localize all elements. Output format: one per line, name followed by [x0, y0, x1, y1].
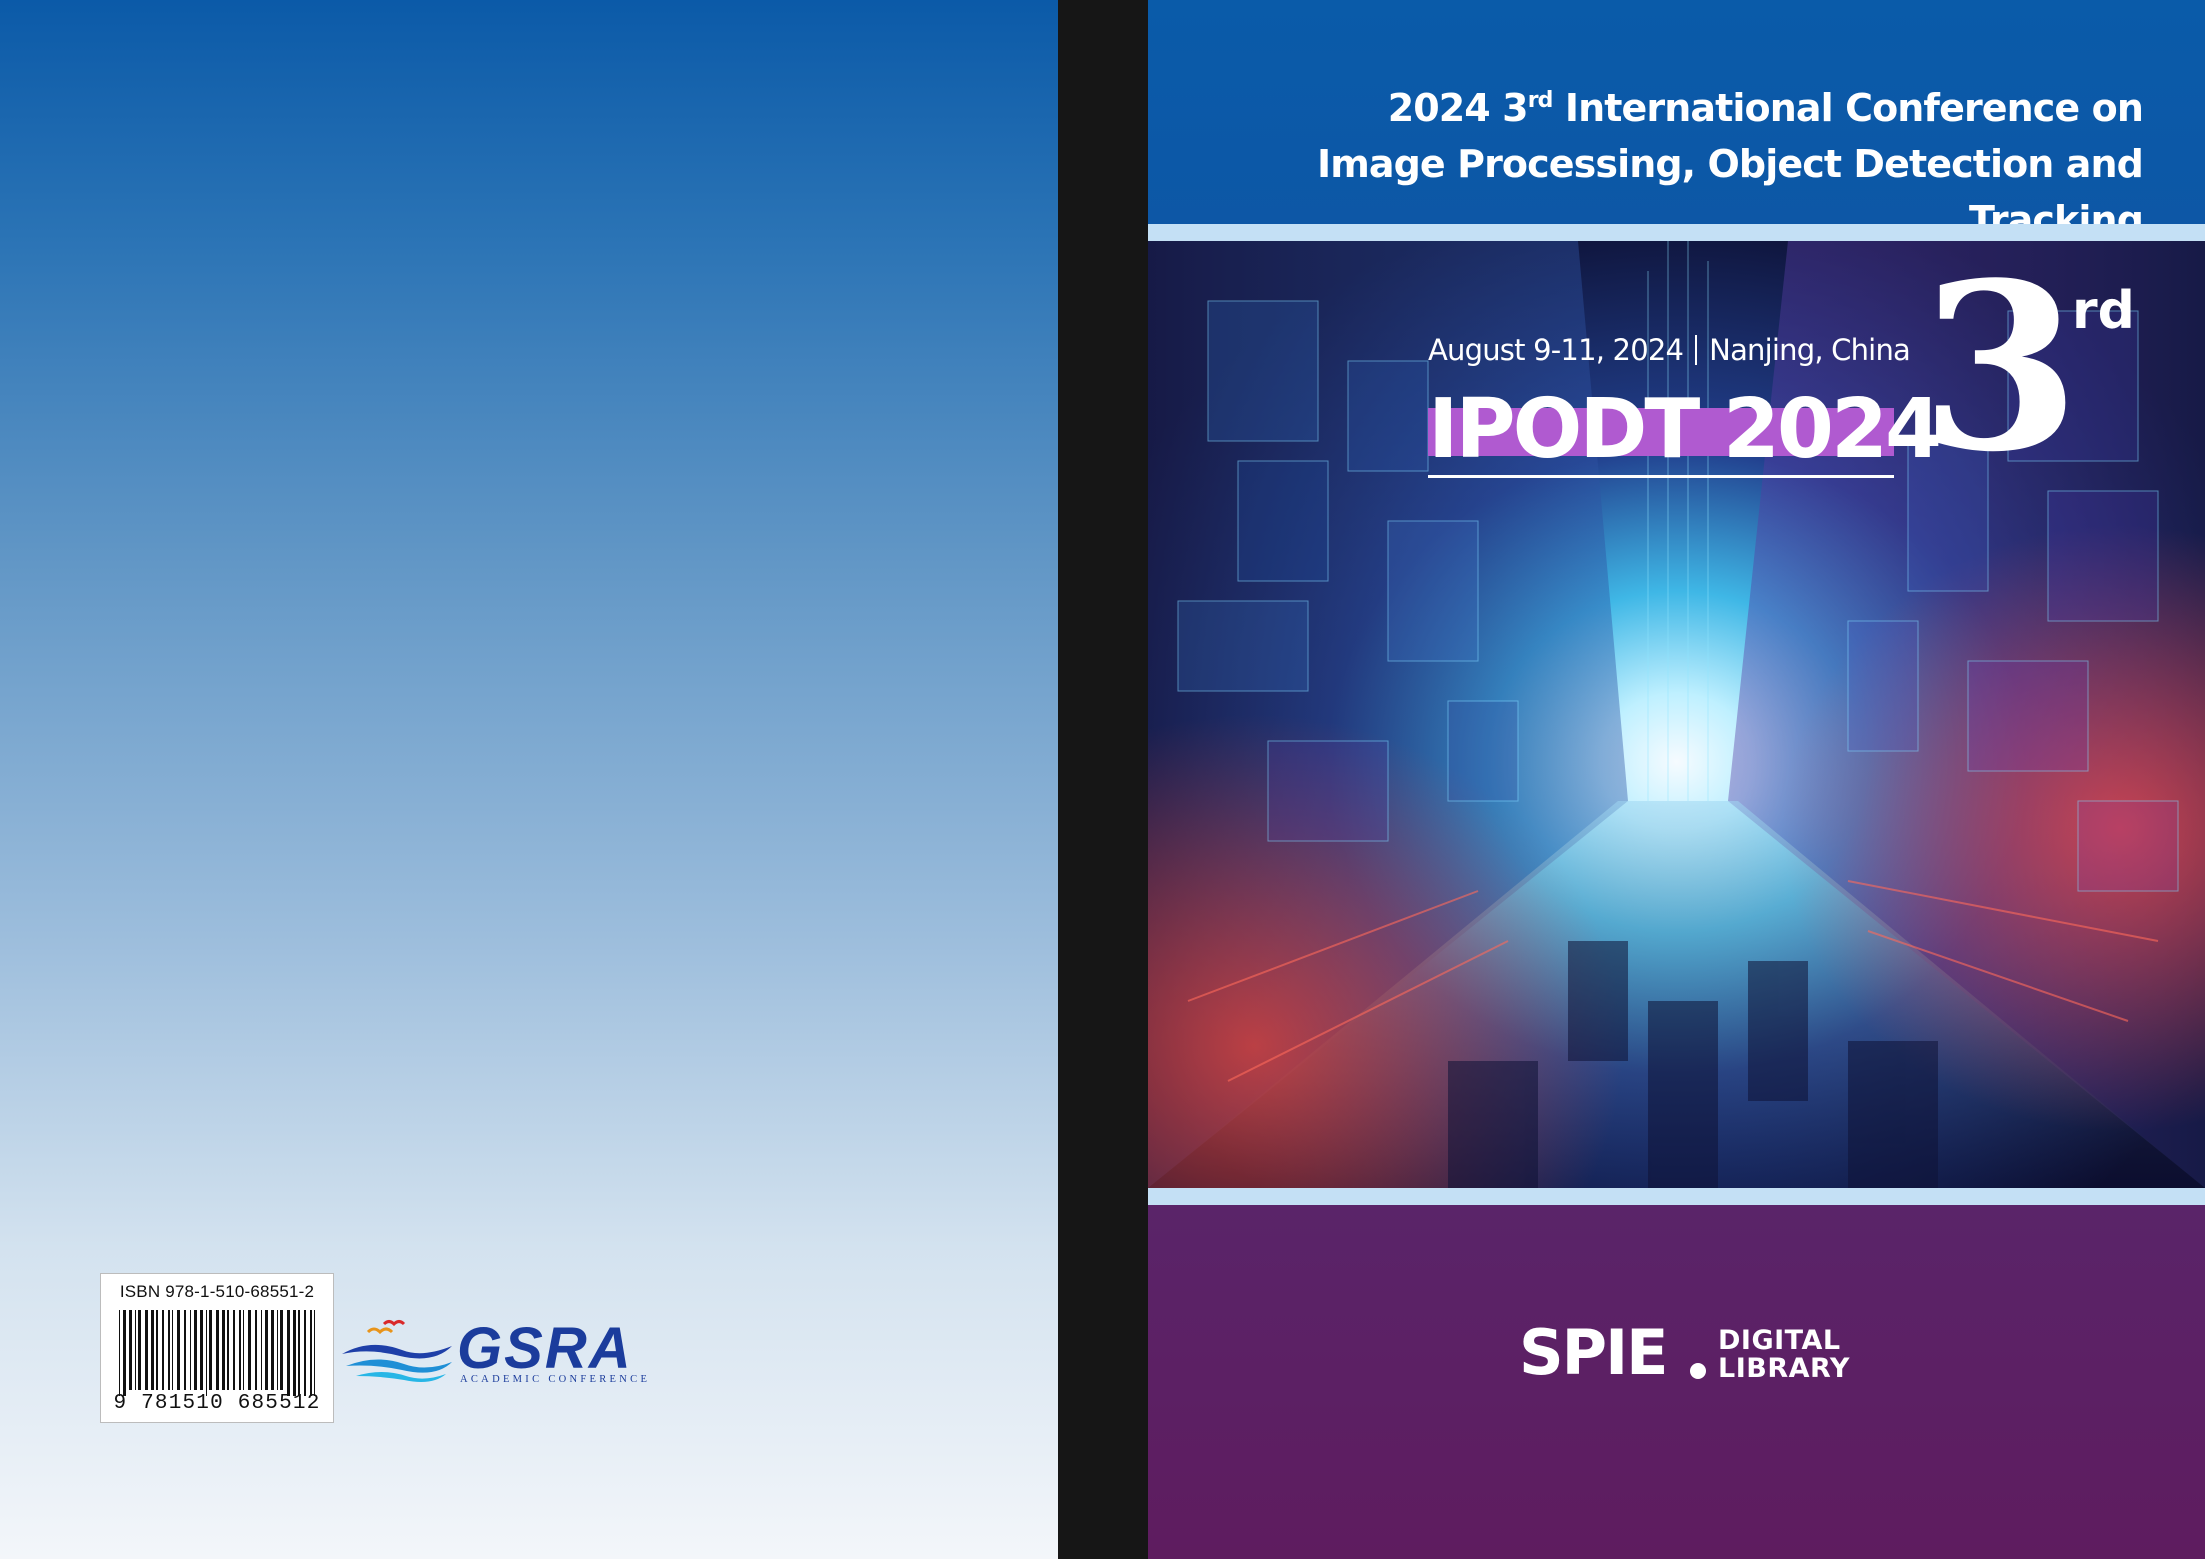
- conference-title-line1: 2024 3rd International Conference on: [1148, 80, 2144, 136]
- barcode-bar: [129, 1310, 132, 1390]
- barcode-bar: [184, 1310, 186, 1390]
- title-year-prefix: 2024 3: [1387, 86, 1529, 130]
- barcode-bar: [172, 1310, 173, 1390]
- barcode-image: [119, 1310, 315, 1396]
- cover-artwork: August 9-11, 2024 Nanjing, China IPODT 20…: [1148, 241, 2205, 1188]
- barcode-bar: [265, 1310, 268, 1390]
- barcode-bar: [138, 1310, 141, 1390]
- publisher-band: SPIE DIGITAL LIBRARY: [1148, 1205, 2205, 1559]
- spie-logo-digital: DIGITAL: [1718, 1325, 1841, 1356]
- gsra-wave-icon: [342, 1320, 452, 1382]
- barcode-bar: [255, 1310, 257, 1390]
- barcode-bar: [310, 1310, 312, 1396]
- barcode-bar: [298, 1310, 300, 1396]
- title-band: 2024 3rd International Conference on Ima…: [1148, 0, 2205, 242]
- barcode-bar: [156, 1310, 158, 1390]
- spie-logo-library: LIBRARY: [1718, 1353, 1850, 1384]
- barcode-bar: [168, 1310, 170, 1390]
- event-date-location: August 9-11, 2024 Nanjing, China: [1428, 333, 1911, 367]
- gsra-logo-word: GSRA: [457, 1316, 633, 1381]
- barcode-bar: [119, 1310, 120, 1396]
- gsra-logo-tagline: ACADEMIC CONFERENCE: [460, 1374, 651, 1385]
- barcode-bar: [123, 1310, 126, 1396]
- barcode-bar: [287, 1310, 290, 1396]
- back-cover: ISBN 978-1-510-68551-2 9 781510 685512 G…: [0, 0, 1058, 1559]
- barcode-bar: [248, 1310, 251, 1390]
- bottom-accent-stripe: [1148, 1188, 2205, 1205]
- title-ordinal: rd: [1527, 88, 1554, 113]
- barcode-number: 9 781510 685512: [113, 1392, 321, 1415]
- title-line1-rest: International Conference on: [1552, 86, 2144, 130]
- barcode-bar: [162, 1310, 164, 1390]
- barcode-bar: [190, 1310, 191, 1390]
- front-cover: 2024 3rd International Conference on Ima…: [1148, 0, 2205, 1559]
- barcode-bar: [239, 1310, 241, 1390]
- barcode-bar: [304, 1310, 306, 1396]
- barcode-bar: [293, 1310, 296, 1396]
- isbn-barcode-label: ISBN 978-1-510-68551-2 9 781510 685512: [100, 1273, 334, 1423]
- barcode-bar: [206, 1310, 207, 1396]
- barcode-bar: [280, 1310, 283, 1390]
- acronym-block: IPODT 2024: [1428, 382, 1942, 477]
- barcode-bar: [177, 1310, 180, 1390]
- conference-acronym: IPODT 2024: [1428, 382, 1942, 477]
- barcode-bar: [222, 1310, 225, 1390]
- barcode-bar: [227, 1310, 229, 1390]
- event-separator: [1695, 335, 1698, 365]
- event-dates: August 9-11, 2024: [1428, 333, 1684, 367]
- barcode-bar: [194, 1310, 197, 1390]
- barcode-bar: [151, 1310, 154, 1390]
- barcode-bar: [209, 1310, 212, 1390]
- conference-title: 2024 3rd International Conference on Ima…: [1148, 80, 2144, 248]
- barcode-bar: [135, 1310, 136, 1390]
- event-location: Nanjing, China: [1709, 333, 1911, 367]
- spie-logo-word: SPIE: [1519, 1316, 1669, 1389]
- barcode-bar: [200, 1310, 203, 1390]
- acronym-underline: [1428, 475, 1894, 478]
- spie-logo-dot: [1690, 1363, 1706, 1379]
- book-spine: [1058, 0, 1148, 1559]
- barcode-bar: [243, 1310, 244, 1390]
- barcode-bar: [314, 1310, 315, 1396]
- barcode-bar: [261, 1310, 262, 1390]
- barcode-bar: [145, 1310, 148, 1390]
- gsra-logo: GSRA ACADEMIC CONFERENCE: [340, 1310, 647, 1388]
- barcode-bar: [216, 1310, 219, 1390]
- isbn-text: ISBN 978-1-510-68551-2: [119, 1282, 315, 1301]
- edition-number: 3: [1920, 241, 2081, 503]
- barcode-bar: [233, 1310, 235, 1390]
- barcode-bar: [277, 1310, 278, 1390]
- edition-suffix: rd: [2072, 281, 2135, 341]
- top-accent-stripe: [1148, 224, 2205, 241]
- barcode-bar: [271, 1310, 274, 1390]
